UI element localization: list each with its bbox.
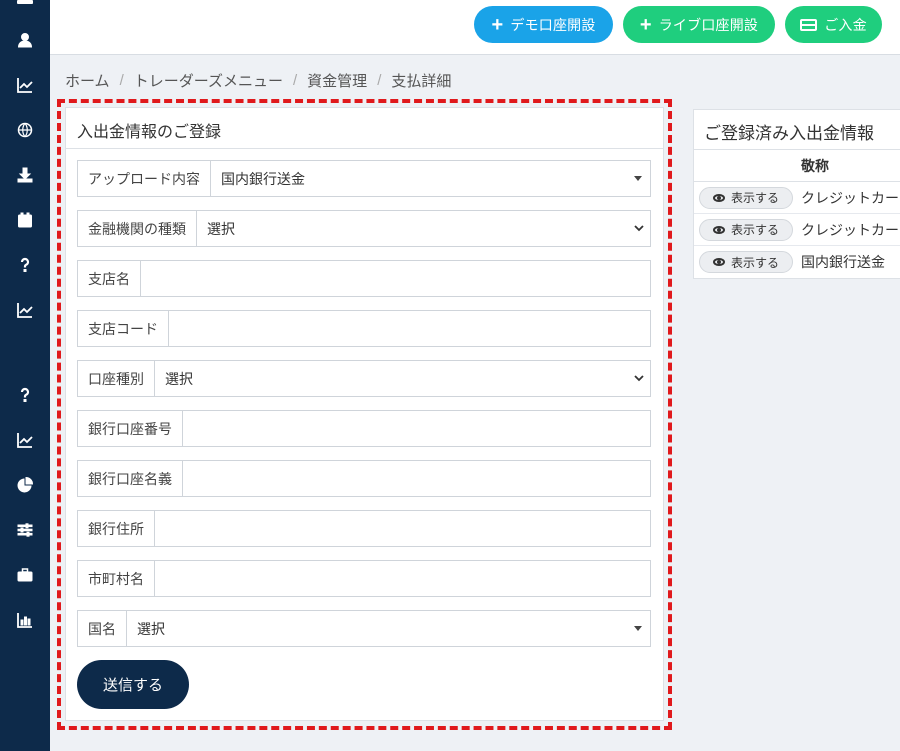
bar-chart-icon[interactable] [15, 610, 35, 630]
breadcrumb-separator: / [119, 72, 124, 89]
question-icon[interactable] [15, 255, 35, 275]
calendar-icon[interactable] [15, 210, 35, 230]
breadcrumb-separator: / [377, 72, 382, 89]
highlight-frame [57, 99, 672, 730]
show-label: 表示する [730, 223, 779, 237]
globe-icon[interactable] [15, 120, 35, 140]
show-button[interactable]: 表示する [699, 251, 793, 273]
table-row: 表示する クレジットカー [694, 182, 900, 214]
download-icon[interactable] [15, 165, 35, 185]
chart-line-icon[interactable] [15, 75, 35, 95]
table-row: 表示する 国内銀行送金 [694, 246, 900, 278]
top-header: + デモ口座開設 + ライブ口座開設 ご入金 [50, 0, 900, 55]
user-icon[interactable] [15, 30, 35, 50]
breadcrumb-current: 支払詳細 [391, 73, 452, 90]
eye-icon [712, 258, 725, 266]
row-name: クレジットカー [801, 189, 899, 206]
briefcase-icon[interactable] [15, 565, 35, 585]
question-icon[interactable] [15, 385, 35, 405]
row-name: クレジットカー [801, 221, 899, 238]
registered-info-panel: ご登録済み入出金情報 敬称 表示する クレジットカー 表示する クレジットカー … [693, 109, 900, 279]
demo-account-button[interactable]: + デモ口座開設 [474, 6, 613, 43]
breadcrumb-home[interactable]: ホーム [65, 70, 110, 91]
menu-icon[interactable] [0, 0, 50, 18]
breadcrumb-traders-menu[interactable]: トレーダーズメニュー [134, 70, 283, 91]
chart-line-icon[interactable] [15, 430, 35, 450]
panel-title: ご登録済み入出金情報 [694, 110, 900, 150]
live-account-label: ライブ口座開設 [658, 16, 759, 33]
chart-line-icon[interactable] [15, 300, 35, 320]
pie-chart-icon[interactable] [15, 475, 35, 495]
eye-icon [712, 225, 725, 234]
sliders-icon[interactable] [15, 520, 35, 540]
live-account-button[interactable]: + ライブ口座開設 [623, 6, 775, 43]
plus-icon: + [491, 13, 504, 36]
plus-icon: + [639, 13, 652, 36]
breadcrumb: ホーム / トレーダーズメニュー / 資金管理 / 支払詳細 [65, 70, 451, 91]
demo-account-label: デモ口座開設 [510, 16, 596, 33]
credit-card-icon [800, 18, 818, 31]
breadcrumb-separator: / [293, 72, 298, 89]
table-row: 表示する クレジットカー [694, 214, 900, 246]
deposit-label: ご入金 [824, 16, 867, 33]
show-button[interactable]: 表示する [699, 186, 793, 209]
show-label: 表示する [730, 255, 779, 270]
breadcrumb-funds[interactable]: 資金管理 [307, 70, 367, 91]
eye-icon [712, 193, 725, 202]
column-header: 敬称 [694, 150, 900, 182]
show-label: 表示する [730, 191, 779, 205]
row-name: 国内銀行送金 [801, 254, 885, 270]
deposit-button[interactable]: ご入金 [785, 6, 882, 43]
show-button[interactable]: 表示する [699, 218, 793, 241]
sidebar [0, 0, 50, 751]
